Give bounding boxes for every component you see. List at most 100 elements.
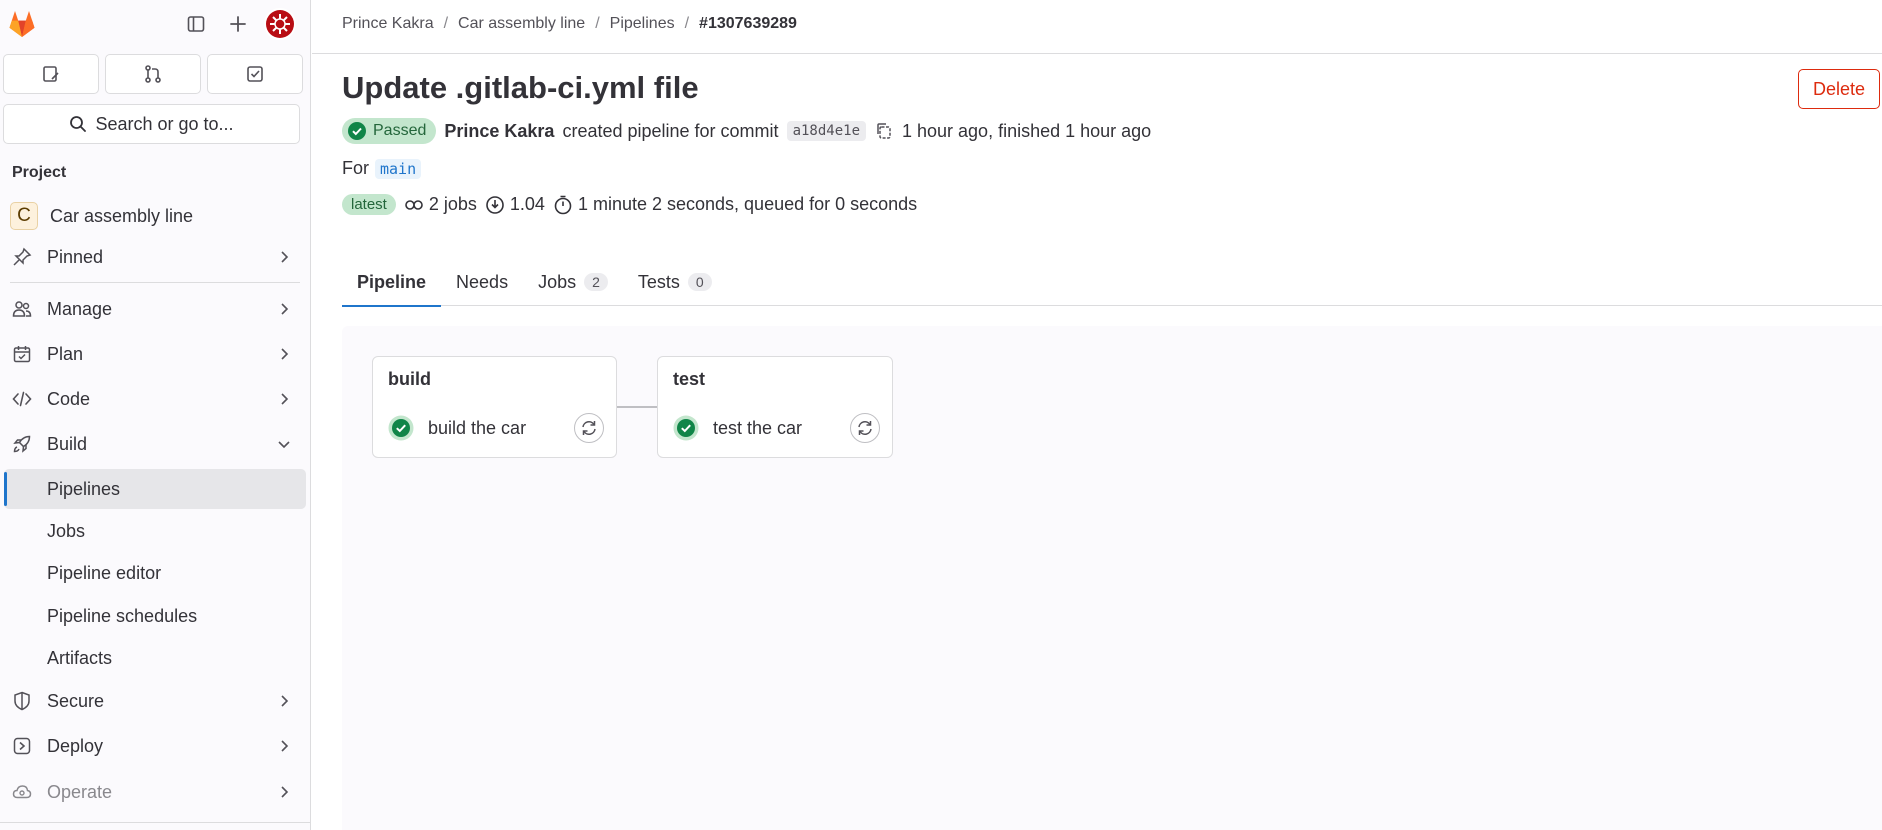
latest-badge: latest (342, 194, 396, 215)
sidebar-item-label: Code (47, 388, 91, 409)
tab-label: Jobs (538, 271, 577, 292)
gitlab-logo-icon[interactable] (6, 8, 38, 40)
code-icon (12, 391, 32, 407)
for-label: For (342, 158, 369, 178)
branch-ref-link[interactable]: main (375, 158, 422, 179)
stage-title: test (673, 369, 706, 389)
sidebar-item-label: Plan (47, 343, 84, 364)
status-success-icon (348, 122, 366, 140)
sidebar-toggle-icon (187, 16, 205, 32)
sidebar-item-secure[interactable]: Secure (4, 681, 306, 721)
retry-job-button[interactable] (574, 413, 604, 443)
jobs-count-text: 2 jobs (428, 194, 477, 214)
todo-checkbox-icon (247, 66, 263, 82)
sidebar: Search or go to... Project C Car assembl… (0, 0, 311, 830)
sidebar-subitem-label: Pipelines (47, 479, 121, 499)
sidebar-item-pinned[interactable]: Pinned (4, 237, 306, 277)
sidebar-item-plan[interactable]: Plan (4, 334, 306, 374)
breadcrumb-separator: / (684, 15, 690, 32)
retry-icon (582, 421, 596, 435)
chevron-right-icon (281, 740, 289, 752)
section-title: Project (12, 164, 67, 181)
sidebar-item-label: Build (47, 433, 88, 454)
copy-icon (877, 123, 891, 139)
create-new-button[interactable] (224, 10, 252, 38)
commit-sha[interactable]: a18d4e1e (786, 121, 866, 141)
pipeline-ref-row: For main (342, 158, 422, 179)
tab-needs[interactable]: Needs (441, 258, 523, 306)
coverage-value: 1.04 (509, 194, 545, 214)
search-button[interactable]: Search or go to... (3, 104, 300, 144)
tab-jobs[interactable]: Jobs 2 (523, 258, 623, 306)
status-success-icon (388, 415, 414, 441)
chevron-right-icon (281, 303, 289, 315)
sidebar-item-deploy[interactable]: Deploy (4, 726, 306, 766)
sidebar-subitem-label: Pipeline schedules (47, 606, 198, 626)
sidebar-subitem-label: Artifacts (47, 648, 113, 668)
delete-button[interactable]: Delete (1798, 69, 1880, 109)
chevron-right-icon (281, 393, 289, 405)
chevron-down-icon (278, 441, 290, 449)
tab-tests[interactable]: Tests 0 (623, 258, 727, 306)
sidebar-item-label: Deploy (47, 735, 104, 756)
calendar-icon (13, 346, 31, 363)
breadcrumb-link[interactable]: Pipelines (610, 15, 675, 33)
shield-icon (14, 691, 30, 711)
sidebar-subitem-pipeline-schedules[interactable]: Pipeline schedules (4, 596, 306, 636)
tab-pipeline[interactable]: Pipeline (342, 258, 442, 307)
copy-sha-button[interactable] (874, 121, 894, 141)
sidebar-subitem-pipelines[interactable]: Pipelines (4, 469, 306, 509)
user-avatar[interactable] (264, 8, 296, 40)
pipeline-time: 1 hour ago, finished 1 hour ago (902, 120, 1152, 141)
status-badge[interactable]: Passed (342, 118, 437, 144)
breadcrumb-link[interactable]: Car assembly line (458, 15, 585, 33)
breadcrumb-current[interactable]: #1307639289 (699, 15, 797, 33)
merge-requests-tile[interactable] (105, 54, 201, 94)
search-icon (70, 116, 87, 132)
stage-title: build (388, 369, 431, 389)
pipeline-tabs: Pipeline Needs Jobs 2 Tests 0 (342, 258, 1882, 307)
stage-connector (617, 406, 657, 408)
sidebar-subitem-artifacts[interactable]: Artifacts (4, 638, 306, 678)
sidebar-top-bar (0, 0, 311, 48)
toggle-sidebar-button[interactable] (182, 10, 210, 38)
jobs-stat: 2 jobs (404, 194, 477, 215)
tab-label: Pipeline (357, 271, 427, 292)
job-item[interactable]: test the car (673, 411, 880, 445)
breadcrumb-link[interactable]: Prince Kakra (342, 15, 434, 33)
duration-stat: 1 minute 2 seconds, queued for 0 seconds (553, 194, 917, 215)
avatar-identicon-icon (264, 8, 296, 40)
sidebar-item-build[interactable]: Build (4, 424, 306, 464)
retry-icon (858, 421, 872, 435)
stage-column-build: build build the car (372, 356, 617, 458)
action-text: created pipeline for commit (562, 120, 779, 141)
sidebar-item-manage[interactable]: Manage (4, 289, 306, 329)
sidebar-subitem-pipeline-editor[interactable]: Pipeline editor (4, 553, 306, 593)
todos-tile[interactable] (207, 54, 303, 94)
chevron-right-icon (281, 251, 289, 263)
tab-count-badge: 2 (584, 273, 608, 291)
job-item[interactable]: build the car (388, 411, 604, 445)
sidebar-divider (10, 282, 300, 283)
plus-icon (230, 16, 246, 32)
author-link[interactable]: Prince Kakra (444, 121, 554, 142)
tab-label: Needs (456, 271, 509, 292)
top-bar: Prince Kakra / Car assembly line / Pipel… (312, 0, 1882, 54)
sidebar-subitem-label: Pipeline editor (47, 563, 162, 583)
sidebar-bottom-divider (0, 822, 311, 823)
issues-tile[interactable] (3, 54, 99, 94)
sidebar-subitem-jobs[interactable]: Jobs (4, 511, 306, 551)
breadcrumb-separator: / (595, 15, 600, 32)
merge-request-icon (145, 65, 161, 83)
pin-icon (13, 247, 32, 266)
sidebar-item-code[interactable]: Code (4, 379, 306, 419)
retry-job-button[interactable] (850, 413, 880, 443)
project-link[interactable]: C Car assembly line (6, 200, 305, 232)
search-label: Search or go to... (95, 113, 234, 134)
sidebar-item-operate[interactable]: Operate (4, 772, 306, 812)
job-name: build the car (428, 417, 527, 438)
page-title: Update .gitlab-ci.yml file (342, 70, 699, 105)
breadcrumb-separator: / (443, 15, 449, 32)
stage-column-test: test test the car (657, 356, 893, 458)
job-name: test the car (713, 417, 803, 438)
